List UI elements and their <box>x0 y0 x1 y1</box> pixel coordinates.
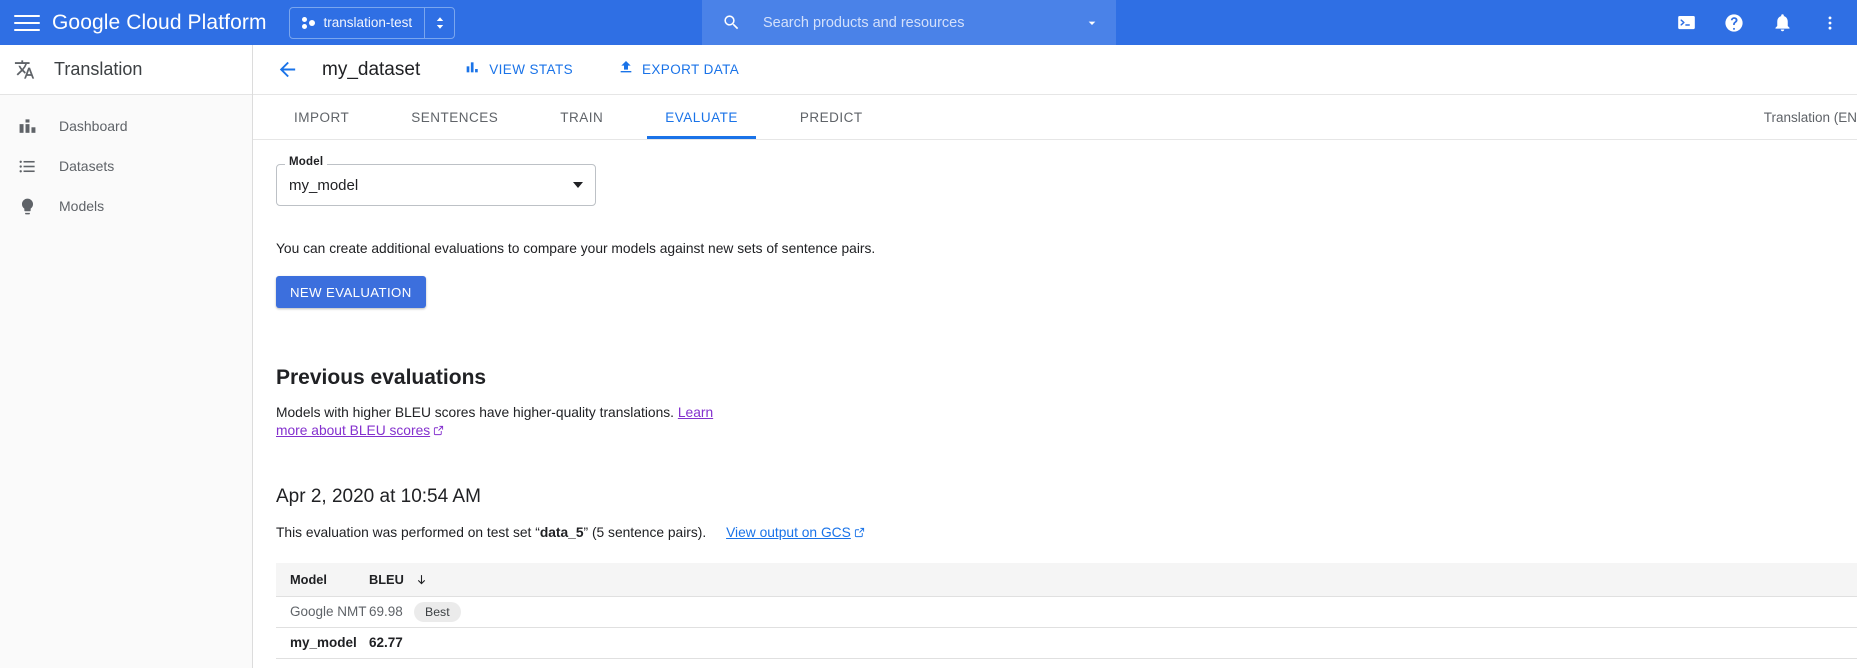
translate-icon <box>14 56 36 83</box>
evaluation-desc-prefix: This evaluation was performed on test se… <box>276 525 540 540</box>
view-output-gcs-link[interactable]: View output on GCS <box>726 525 851 540</box>
tab-import[interactable]: IMPORT <box>276 95 367 139</box>
bleu-help-sentence: Models with higher BLEU scores have high… <box>276 405 674 420</box>
sidebar-product-header: Translation <box>0 45 252 95</box>
evaluation-results-table: Model BLEU <box>276 563 1857 659</box>
search-bar[interactable] <box>702 0 1116 45</box>
cloud-shell-icon[interactable] <box>1673 10 1699 36</box>
evaluation-description: This evaluation was performed on test se… <box>276 525 1857 541</box>
project-selector-main[interactable]: translation-test <box>290 8 425 38</box>
tab-sentences[interactable]: SENTENCES <box>393 95 516 139</box>
cell-bleu: 69.98 <box>369 596 414 627</box>
sidebar-product-title: Translation <box>54 59 142 80</box>
external-link-icon <box>854 526 865 541</box>
help-icon[interactable] <box>1721 10 1747 36</box>
export-data-label: EXPORT DATA <box>642 62 739 77</box>
search-icon <box>722 13 741 32</box>
external-link-icon <box>433 423 444 441</box>
column-header-bleu-label: BLEU <box>369 572 404 587</box>
new-evaluation-button[interactable]: NEW EVALUATION <box>276 276 426 308</box>
cell-bleu: 62.77 <box>369 627 414 658</box>
lightbulb-icon <box>16 197 38 216</box>
evaluate-description: You can create additional evaluations to… <box>276 241 1857 256</box>
table-row[interactable]: Google NMT 69.98 Best <box>276 596 1857 627</box>
bar-chart-icon <box>465 59 481 80</box>
column-header-model-label: Model <box>290 572 327 587</box>
brand-title: Google Cloud Platform <box>52 11 267 35</box>
sidebar-item-datasets[interactable]: Datasets <box>0 146 252 186</box>
more-vert-icon[interactable] <box>1817 10 1843 36</box>
column-header-bleu[interactable]: BLEU <box>369 563 1857 596</box>
model-select-label: Model <box>285 156 327 168</box>
sidebar-item-dashboard[interactable]: Dashboard <box>0 106 252 146</box>
tab-predict[interactable]: PREDICT <box>782 95 881 139</box>
cell-model: Google NMT <box>276 596 369 627</box>
sidebar-item-label: Dashboard <box>59 118 128 134</box>
top-bar-actions <box>1673 0 1857 45</box>
main-content: my_dataset VIEW STATS EXPORT DATA IMPORT… <box>253 45 1857 668</box>
best-badge: Best <box>414 602 461 622</box>
cell-badge: Best <box>414 596 1857 627</box>
table-header-row: Model BLEU <box>276 563 1857 596</box>
model-select-control[interactable]: my_model <box>276 164 596 206</box>
sort-descending-arrow-icon[interactable] <box>415 573 428 587</box>
table-row[interactable]: my_model 62.77 <box>276 627 1857 658</box>
project-dots-icon <box>302 16 316 30</box>
tab-evaluate[interactable]: EVALUATE <box>647 95 756 139</box>
view-stats-label: VIEW STATS <box>489 62 573 77</box>
tab-train[interactable]: TRAIN <box>542 95 621 139</box>
sidebar-item-label: Datasets <box>59 158 114 174</box>
bleu-help-text: Models with higher BLEU scores have high… <box>276 404 716 441</box>
sidebar-item-models[interactable]: Models <box>0 186 252 226</box>
view-stats-button[interactable]: VIEW STATS <box>465 59 573 80</box>
evaluate-panel: Model my_model You can create additional… <box>253 164 1857 659</box>
notifications-bell-icon[interactable] <box>1769 10 1795 36</box>
cell-badge <box>414 627 1857 658</box>
translation-pair-label: Translation (EN <box>1764 95 1857 140</box>
table-body: Google NMT 69.98 Best my_model 62.77 <box>276 596 1857 658</box>
top-app-bar: Google Cloud Platform translation-test <box>0 0 1857 45</box>
model-select-value: my_model <box>289 177 573 194</box>
tab-bar: IMPORT SENTENCES TRAIN EVALUATE PREDICT … <box>253 95 1857 140</box>
list-icon <box>16 157 38 176</box>
chevron-down-icon[interactable] <box>1084 15 1100 31</box>
search-input[interactable] <box>761 14 1084 32</box>
hamburger-icon[interactable] <box>14 10 40 36</box>
sidebar-item-label: Models <box>59 198 104 214</box>
dashboard-icon <box>16 117 38 136</box>
unfold-more-icon[interactable] <box>424 8 454 38</box>
evaluation-test-set: data_5 <box>540 525 584 540</box>
caret-down-icon[interactable] <box>573 182 583 188</box>
column-header-model[interactable]: Model <box>276 563 369 596</box>
project-selector[interactable]: translation-test <box>289 7 456 39</box>
back-arrow-icon[interactable] <box>276 58 300 82</box>
cell-model: my_model <box>276 627 369 658</box>
sidebar-nav: Dashboard Datasets Models <box>0 95 252 226</box>
model-select[interactable]: Model my_model <box>276 164 596 206</box>
page-title: my_dataset <box>322 59 420 81</box>
evaluation-desc-suffix: ” (5 sentence pairs). <box>584 525 707 540</box>
project-name: translation-test <box>324 15 413 30</box>
previous-evaluations-heading: Previous evaluations <box>276 366 1857 390</box>
upload-icon <box>618 59 634 80</box>
export-data-button[interactable]: EXPORT DATA <box>618 59 739 80</box>
evaluation-date: Apr 2, 2020 at 10:54 AM <box>276 486 1857 508</box>
page-header: my_dataset VIEW STATS EXPORT DATA <box>253 45 1857 95</box>
table-head: Model BLEU <box>276 563 1857 596</box>
sidebar: Translation Dashboard <box>0 45 253 668</box>
